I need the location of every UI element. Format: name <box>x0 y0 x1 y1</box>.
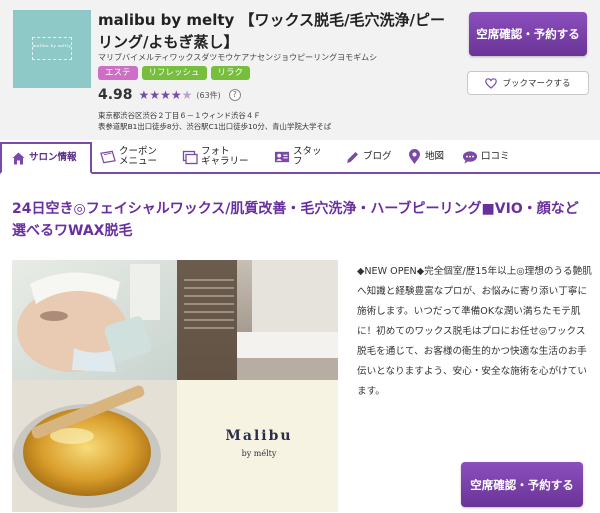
address-line: 東京都渋谷区渋谷２丁目６－１ウィンド渋谷４Ｆ <box>98 111 261 120</box>
chat-icon <box>462 149 478 165</box>
coupon-icon <box>100 149 116 165</box>
reserve-button-top[interactable]: 空席確認・予約する <box>469 12 587 56</box>
salon-logo: malibu by mélty <box>13 10 91 88</box>
tab-label: 地図 <box>425 151 445 162</box>
bookmark-button[interactable]: ブックマークする <box>467 71 589 95</box>
tab-label: ブログ <box>363 151 392 162</box>
salon-address: 東京都渋谷区渋谷２丁目６－１ウィンド渋谷４Ｆ 表参道駅B1出口徒歩8分、渋谷駅C… <box>98 110 331 132</box>
tab-blog[interactable]: ブログ <box>336 142 398 172</box>
logo-frame <box>32 37 72 60</box>
pencil-icon <box>344 149 360 165</box>
rating-row: 4.98 ★ ★ ★ ★ ★ (63件) ? <box>98 86 241 104</box>
rating-score: 4.98 <box>98 87 133 103</box>
star-icon: ★ <box>160 88 171 102</box>
salon-nav-tabs: サロン情報 クーポンメニュー フォトギャラリー スタッフ ブログ 地図 口コ <box>0 142 600 174</box>
tab-label: 口コミ <box>481 151 510 162</box>
access-line: 表参道駅B1出口徒歩8分、渋谷駅C1出口徒歩10分、青山学院大学そば <box>98 122 332 131</box>
star-icon: ★ <box>138 88 150 102</box>
tab-label: サロン情報 <box>29 152 77 163</box>
tab-label-line2: ギャラリー <box>201 156 249 167</box>
star-rating: ★ ★ ★ ★ ★ <box>139 88 193 102</box>
salon-description: ◆NEW OPEN◆完全個室/歴15年以上◎理想のうる艶肌へ知識と経験豊富なプロ… <box>357 266 592 397</box>
map-pin-icon <box>406 149 422 165</box>
tab-label: スタッフ <box>293 146 322 167</box>
tab-staff[interactable]: スタッフ <box>266 142 336 172</box>
salon-kana: マリブバイメルティワックスダツモウケアナセンジョウピーリングヨモギムシ <box>98 53 378 62</box>
brand-name: Malibu <box>225 428 293 444</box>
category-tags: エステ リフレッシュ リラク <box>98 66 251 80</box>
salon-header: malibu by mélty malibu by melty 【ワックス脱毛/… <box>0 0 600 140</box>
tab-label-line2: メニュー <box>119 156 158 167</box>
star-icon: ★ <box>170 88 182 102</box>
heart-icon <box>485 77 498 89</box>
salon-title: malibu by melty 【ワックス脱毛/毛穴洗浄/ピーリング/よもぎ蒸し… <box>98 11 446 51</box>
tab-map[interactable]: 地図 <box>398 142 454 172</box>
logo-text: malibu by mélty <box>32 43 72 48</box>
reserve-button-bottom[interactable]: 空席確認・予約する <box>461 462 583 507</box>
tab-label: フォト ギャラリー <box>201 147 249 167</box>
catch-copy: 24日空き◎フェイシャルワックス/肌質改善・毛穴洗浄・ハーブピーリング■VIO・… <box>12 201 579 239</box>
half-star-icon: ★ <box>181 88 193 102</box>
salon-main-photo: Malibu by mélty <box>12 260 338 512</box>
tag-relax: リラク <box>210 66 251 80</box>
bookmark-label: ブックマークする <box>502 79 571 89</box>
tab-salon-info[interactable]: サロン情報 <box>0 142 92 174</box>
tab-reviews[interactable]: 口コミ <box>454 142 520 172</box>
staff-icon <box>274 149 290 165</box>
tag-este: エステ <box>98 66 138 80</box>
help-icon[interactable]: ? <box>228 89 241 101</box>
star-icon: ★ <box>149 88 161 102</box>
brand-sub: by mélty <box>241 449 277 458</box>
home-icon <box>10 150 26 166</box>
review-count[interactable]: (63件) <box>196 90 220 101</box>
photo-icon <box>182 149 198 165</box>
tag-refresh: リフレッシュ <box>141 66 207 80</box>
tab-photo-gallery[interactable]: フォト ギャラリー <box>174 142 266 172</box>
tab-coupon-menu[interactable]: クーポン メニュー <box>92 142 174 172</box>
tab-label: クーポン メニュー <box>119 147 157 167</box>
